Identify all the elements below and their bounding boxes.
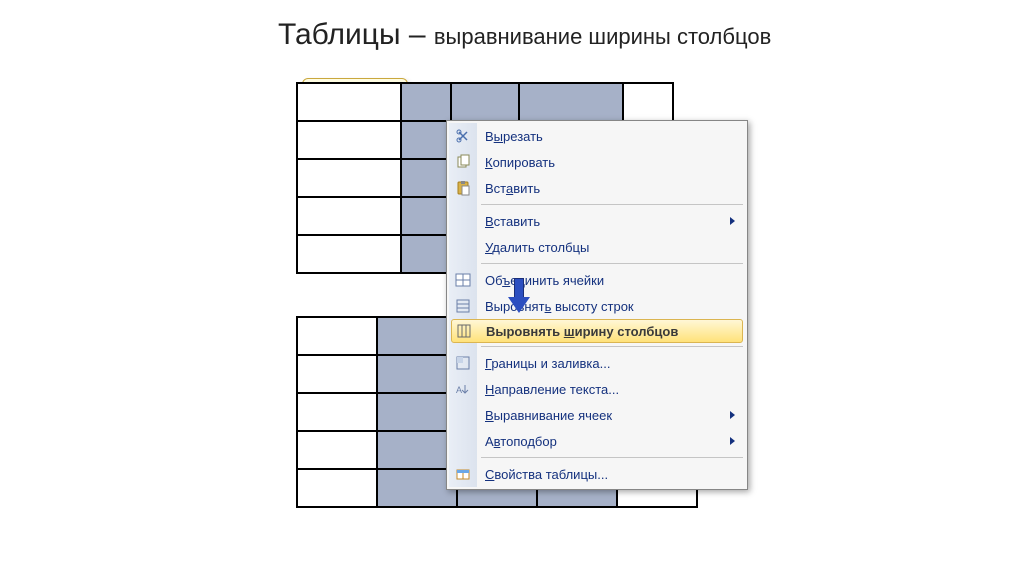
- menu-item-copy[interactable]: Копировать: [449, 149, 745, 175]
- page-title: Таблицы – выравнивание ширины столбцов: [278, 18, 771, 52]
- table-cell[interactable]: [401, 235, 451, 273]
- table-cell[interactable]: [377, 431, 457, 469]
- menu-separator: [481, 346, 743, 347]
- table-cell[interactable]: [297, 355, 377, 393]
- menu-label: Свойства таблицы...: [485, 467, 608, 482]
- borders-icon: [454, 354, 472, 372]
- menu-label: Удалить столбцы: [485, 240, 589, 255]
- table-cell[interactable]: [377, 355, 457, 393]
- submenu-arrow-icon: [730, 217, 735, 225]
- menu-item-merge-cells[interactable]: Объединить ячейки: [449, 267, 745, 293]
- menu-item-cell-alignment[interactable]: Выравнивание ячеек: [449, 402, 745, 428]
- menu-label: Вырезать: [485, 129, 543, 144]
- table-cell[interactable]: [377, 393, 457, 431]
- paste-icon: [454, 179, 472, 197]
- menu-item-cut[interactable]: Вырезать: [449, 123, 745, 149]
- table-cell[interactable]: [297, 83, 401, 121]
- distribute-columns-icon: [455, 322, 473, 340]
- menu-item-borders-shading[interactable]: Границы и заливка...: [449, 350, 745, 376]
- table-cell[interactable]: [297, 159, 401, 197]
- menu-separator: [481, 263, 743, 264]
- table-cell[interactable]: [297, 393, 377, 431]
- copy-icon: [454, 153, 472, 171]
- menu-item-paste[interactable]: Вставить: [449, 175, 745, 201]
- menu-label: Выравнивание ячеек: [485, 408, 612, 423]
- table-cell[interactable]: [377, 469, 457, 507]
- table-cell[interactable]: [297, 431, 377, 469]
- menu-item-distribute-rows[interactable]: Выровнять высоту строк: [449, 293, 745, 319]
- table-cell[interactable]: [297, 317, 377, 355]
- menu-item-text-direction[interactable]: A Направление текста...: [449, 376, 745, 402]
- menu-item-autofit[interactable]: Автоподбор: [449, 428, 745, 454]
- table-cell[interactable]: [623, 83, 673, 121]
- title-main: Таблицы –: [278, 18, 434, 51]
- table-cell[interactable]: [401, 83, 451, 121]
- menu-item-table-properties[interactable]: Свойства таблицы...: [449, 461, 745, 487]
- table-cell[interactable]: [297, 235, 401, 273]
- table-cell[interactable]: [519, 83, 623, 121]
- title-sub: выравнивание ширины столбцов: [434, 24, 771, 49]
- down-arrow-icon: [508, 278, 530, 316]
- table-row: [297, 83, 673, 121]
- menu-separator: [481, 457, 743, 458]
- table-cell[interactable]: [401, 197, 451, 235]
- merge-cells-icon: [454, 271, 472, 289]
- menu-label: Направление текста...: [485, 382, 619, 397]
- menu-label: Объединить ячейки: [485, 273, 604, 288]
- menu-label: Границы и заливка...: [485, 356, 610, 371]
- menu-label: Копировать: [485, 155, 555, 170]
- context-menu: Вырезать Копировать Вставить Вставить Уд…: [446, 120, 748, 490]
- table-cell[interactable]: [377, 317, 457, 355]
- table-cell[interactable]: [297, 469, 377, 507]
- svg-text:A: A: [456, 385, 462, 395]
- menu-item-distribute-columns[interactable]: Выровнять ширину столбцов: [451, 319, 743, 343]
- menu-label: Выровнять ширину столбцов: [486, 324, 678, 339]
- table-cell[interactable]: [451, 83, 519, 121]
- distribute-rows-icon: [454, 297, 472, 315]
- table-properties-icon: [454, 465, 472, 483]
- menu-label: Вставить: [485, 181, 540, 196]
- submenu-arrow-icon: [730, 411, 735, 419]
- submenu-arrow-icon: [730, 437, 735, 445]
- table-cell[interactable]: [297, 197, 401, 235]
- text-direction-icon: A: [454, 380, 472, 398]
- menu-item-insert[interactable]: Вставить: [449, 208, 745, 234]
- table-cell[interactable]: [401, 159, 451, 197]
- cut-icon: [454, 127, 472, 145]
- menu-separator: [481, 204, 743, 205]
- menu-label: Автоподбор: [485, 434, 557, 449]
- table-cell[interactable]: [297, 121, 401, 159]
- table-cell[interactable]: [401, 121, 451, 159]
- menu-label: Вставить: [485, 214, 540, 229]
- menu-item-delete-columns[interactable]: Удалить столбцы: [449, 234, 745, 260]
